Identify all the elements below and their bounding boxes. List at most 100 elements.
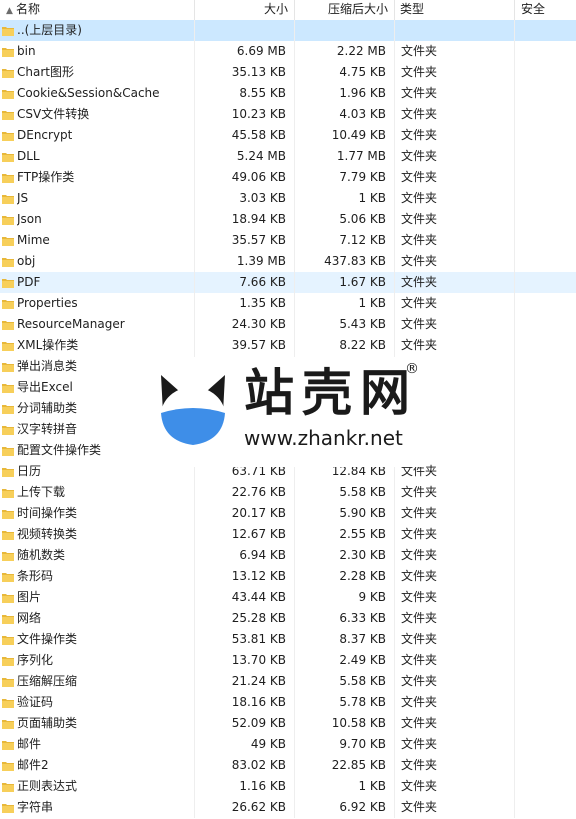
folder-name: 网络: [17, 611, 42, 625]
header-security[interactable]: 安全: [515, 0, 576, 20]
folder-row[interactable]: DLL 5.24 MB 1.77 MB 文件夹: [0, 146, 576, 167]
folder-name: DLL: [17, 149, 40, 163]
size-cell: 35.13 KB: [195, 62, 295, 83]
type-cell: 文件夹: [395, 524, 515, 545]
folder-row[interactable]: DEncrypt 45.58 KB 10.49 KB 文件夹: [0, 125, 576, 146]
security-cell: [515, 503, 576, 524]
folder-row[interactable]: JS 3.03 KB 1 KB 文件夹: [0, 188, 576, 209]
folder-row[interactable]: 条形码 13.12 KB 2.28 KB 文件夹: [0, 566, 576, 587]
folder-row[interactable]: 页面辅助类 52.09 KB 10.58 KB 文件夹: [0, 713, 576, 734]
size-cell: 21.24 KB: [195, 671, 295, 692]
compressed-size-cell: 7.12 KB: [295, 230, 395, 251]
folder-row[interactable]: 验证码 18.16 KB 5.78 KB 文件夹: [0, 692, 576, 713]
type-cell: 文件夹: [395, 146, 515, 167]
name-cell: 图片: [0, 587, 195, 608]
type-cell: 文件夹: [395, 104, 515, 125]
compressed-size-cell: 1 KB: [295, 293, 395, 314]
type-cell: 文件夹: [395, 629, 515, 650]
folder-row[interactable]: bin 6.69 MB 2.22 MB 文件夹: [0, 41, 576, 62]
name-cell: 视频转换类: [0, 524, 195, 545]
folder-row[interactable]: XML操作类 39.57 KB 8.22 KB 文件夹: [0, 335, 576, 356]
security-cell: [515, 713, 576, 734]
type-cell: 文件夹: [395, 482, 515, 503]
header-name[interactable]: ▲ 名称: [0, 0, 195, 20]
name-cell: Chart图形: [0, 62, 195, 83]
folder-name: 压缩解压缩: [17, 674, 78, 688]
folder-name: 日历: [17, 464, 42, 478]
folder-name: CSV文件转换: [17, 107, 90, 121]
folder-icon: [2, 109, 14, 121]
parent-name-label: ..(上层目录): [17, 23, 82, 37]
size-cell: 8.55 KB: [195, 83, 295, 104]
name-cell: 时间操作类: [0, 503, 195, 524]
folder-row[interactable]: CSV文件转换 10.23 KB 4.03 KB 文件夹: [0, 104, 576, 125]
name-cell: 验证码: [0, 692, 195, 713]
folder-row[interactable]: Chart图形 35.13 KB 4.75 KB 文件夹: [0, 62, 576, 83]
type-cell: 文件夹: [395, 692, 515, 713]
folder-icon: [2, 445, 14, 457]
watermark: 站壳网 ® www.zhankr.net: [133, 357, 423, 467]
folder-row[interactable]: 随机数类 6.94 KB 2.30 KB 文件夹: [0, 545, 576, 566]
security-cell: [515, 440, 576, 461]
folder-row[interactable]: obj 1.39 MB 437.83 KB 文件夹: [0, 251, 576, 272]
compressed-size-cell: 2.28 KB: [295, 566, 395, 587]
type-cell: 文件夹: [395, 209, 515, 230]
type-cell: 文件夹: [395, 776, 515, 797]
folder-row[interactable]: 正则表达式 1.16 KB 1 KB 文件夹: [0, 776, 576, 797]
compressed-size-cell: 22.85 KB: [295, 755, 395, 776]
folder-row[interactable]: 邮件 49 KB 9.70 KB 文件夹: [0, 734, 576, 755]
compressed-size-cell: 2.30 KB: [295, 545, 395, 566]
type-cell: 文件夹: [395, 335, 515, 356]
folder-name: DEncrypt: [17, 128, 73, 142]
size-cell: 43.44 KB: [195, 587, 295, 608]
header-type[interactable]: 类型: [395, 0, 515, 20]
folder-name: Properties: [17, 296, 78, 310]
folder-row[interactable]: 网络 25.28 KB 6.33 KB 文件夹: [0, 608, 576, 629]
folder-row[interactable]: FTP操作类 49.06 KB 7.79 KB 文件夹: [0, 167, 576, 188]
compressed-size-cell: 4.75 KB: [295, 62, 395, 83]
folder-row[interactable]: 文件操作类 53.81 KB 8.37 KB 文件夹: [0, 629, 576, 650]
folder-row[interactable]: 时间操作类 20.17 KB 5.90 KB 文件夹: [0, 503, 576, 524]
name-cell: 序列化: [0, 650, 195, 671]
folder-icon: [2, 67, 14, 79]
folder-icon: [2, 319, 14, 331]
size-cell: 1.39 MB: [195, 251, 295, 272]
folder-row[interactable]: 邮件2 83.02 KB 22.85 KB 文件夹: [0, 755, 576, 776]
folder-row[interactable]: Cookie&Session&Cache 8.55 KB 1.96 KB 文件夹: [0, 83, 576, 104]
header-size[interactable]: 大小: [195, 0, 295, 20]
folder-row[interactable]: 字符串 26.62 KB 6.92 KB 文件夹: [0, 797, 576, 818]
folder-row[interactable]: 视频转换类 12.67 KB 2.55 KB 文件夹: [0, 524, 576, 545]
folder-row[interactable]: PDF 7.66 KB 1.67 KB 文件夹: [0, 272, 576, 293]
security-cell: [515, 104, 576, 125]
folder-name: 邮件: [17, 737, 42, 751]
folder-row[interactable]: 压缩解压缩 21.24 KB 5.58 KB 文件夹: [0, 671, 576, 692]
folder-icon: [2, 760, 14, 772]
folder-name: FTP操作类: [17, 170, 75, 184]
size-cell: 13.12 KB: [195, 566, 295, 587]
folder-row[interactable]: Json 18.94 KB 5.06 KB 文件夹: [0, 209, 576, 230]
folder-name: 弹出消息类: [17, 359, 78, 373]
folder-row[interactable]: 序列化 13.70 KB 2.49 KB 文件夹: [0, 650, 576, 671]
name-cell: 文件操作类: [0, 629, 195, 650]
parent-name-cell: ..(上层目录): [0, 20, 195, 41]
type-cell: 文件夹: [395, 608, 515, 629]
folder-row[interactable]: Properties 1.35 KB 1 KB 文件夹: [0, 293, 576, 314]
security-cell: [515, 419, 576, 440]
folder-row[interactable]: 上传下载 22.76 KB 5.58 KB 文件夹: [0, 482, 576, 503]
security-cell: [515, 797, 576, 818]
compressed-size-cell: 5.58 KB: [295, 482, 395, 503]
folder-name: Mime: [17, 233, 50, 247]
folder-row[interactable]: Mime 35.57 KB 7.12 KB 文件夹: [0, 230, 576, 251]
compressed-size-cell: 5.43 KB: [295, 314, 395, 335]
name-cell: PDF: [0, 272, 195, 293]
header-compressed-size[interactable]: 压缩后大小: [295, 0, 395, 20]
size-cell: 49.06 KB: [195, 167, 295, 188]
folder-row[interactable]: ResourceManager 24.30 KB 5.43 KB 文件夹: [0, 314, 576, 335]
size-cell: 49 KB: [195, 734, 295, 755]
parent-directory-row[interactable]: ..(上层目录): [0, 20, 576, 41]
folder-row[interactable]: 图片 43.44 KB 9 KB 文件夹: [0, 587, 576, 608]
folder-icon: [2, 277, 14, 289]
name-cell: 上传下载: [0, 482, 195, 503]
name-cell: 正则表达式: [0, 776, 195, 797]
name-cell: Properties: [0, 293, 195, 314]
